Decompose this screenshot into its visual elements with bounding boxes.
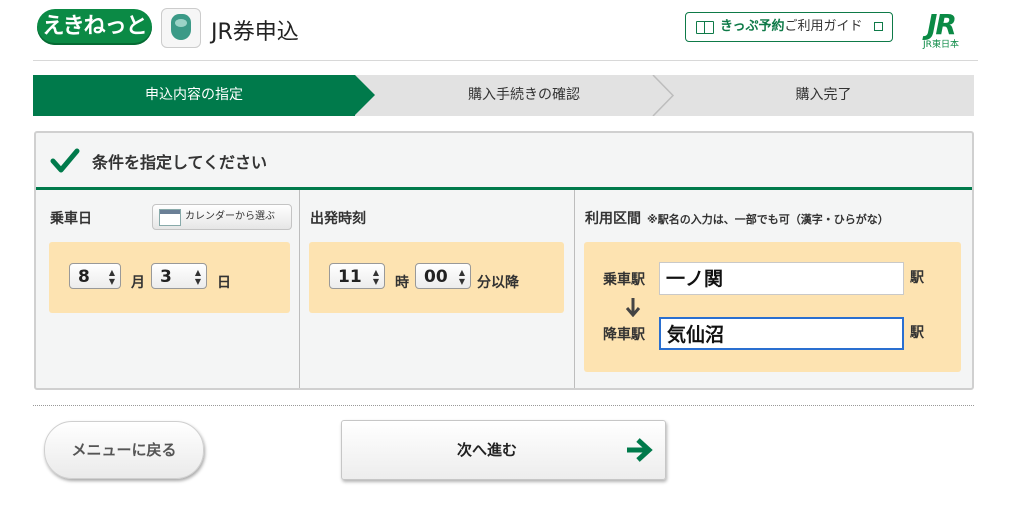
jr-sub: JR東日本 (923, 40, 959, 50)
next-button-label: 次へ進む (456, 441, 517, 459)
calendar-button[interactable]: カレンダーから選ぶ (152, 204, 292, 230)
minute-value: 00 (424, 267, 448, 287)
alight-station-input[interactable]: 気仙沼 (659, 317, 904, 350)
panel-header: 条件を指定してください (36, 133, 972, 190)
month-unit: 月 (131, 275, 145, 291)
day-select[interactable]: 3 ▲ ▼ (151, 263, 207, 289)
divider (33, 405, 974, 406)
month-value: 8 (78, 267, 90, 287)
time-label: 出発時刻 (310, 211, 366, 227)
ekinet-logo[interactable]: えきねっと (37, 9, 152, 45)
section-label-text: 利用区間 (585, 211, 641, 227)
board-station-label: 乗車駅 (603, 272, 645, 288)
page-title: JR券申込 (211, 20, 299, 45)
alight-station-suffix: 駅 (910, 325, 924, 341)
section-column: 利用区間 ※駅名の入力は、一部でも可（漢字・ひらがな） 乗車駅 一ノ関 駅 降車駅… (575, 190, 970, 388)
progress-steps: 申込内容の指定 購入手続きの確認 購入完了 (33, 75, 974, 116)
section-note: ※駅名の入力は、一部でも可（漢字・ひらがな） (647, 213, 889, 226)
alight-station-label: 降車駅 (603, 327, 645, 343)
jr-mark: JR (927, 8, 957, 41)
step-1: 申込内容の指定 (33, 75, 355, 116)
guide-strong: きっぷ予約 (720, 19, 785, 34)
panel-title: 条件を指定してください (92, 153, 268, 172)
guide-button[interactable]: きっぷ予約ご利用ガイド (685, 12, 893, 42)
date-column: 乗車日 カレンダーから選ぶ 8 ▲ ▼ 月 3 ▲ ▼ 日 (40, 190, 300, 388)
guide-rest: ご利用ガイド (784, 19, 863, 34)
hour-select[interactable]: 11 ▲ ▼ (329, 263, 385, 289)
hour-value: 11 (338, 267, 362, 287)
time-column: 出発時刻 11 ▲ ▼ 時 00 ▲ ▼ 分以降 (300, 190, 575, 388)
checkmark-icon (50, 148, 80, 178)
calendar-icon (159, 209, 181, 226)
hour-unit: 時 (395, 275, 409, 291)
day-value: 3 (160, 267, 172, 287)
day-unit: 日 (217, 275, 231, 291)
spinner-icon: ▲ ▼ (372, 268, 379, 286)
external-link-icon (874, 22, 883, 31)
board-station-suffix: 駅 (910, 270, 924, 286)
next-button[interactable]: 次へ進む (341, 420, 666, 480)
date-label: 乗車日 (50, 211, 92, 227)
jr-east-logo: JR JR東日本 (911, 10, 971, 54)
step-2: 購入手続きの確認 (468, 87, 580, 103)
arrow-down-icon (625, 297, 641, 322)
board-station-input[interactable]: 一ノ関 (659, 262, 904, 295)
date-box: 8 ▲ ▼ 月 3 ▲ ▼ 日 (49, 242, 290, 313)
month-select[interactable]: 8 ▲ ▼ (69, 263, 121, 289)
ticket-machine-icon (161, 8, 201, 48)
minute-unit: 分以降 (477, 275, 519, 291)
arrow-right-icon (625, 437, 653, 467)
spinner-icon: ▲ ▼ (108, 268, 115, 286)
section-box: 乗車駅 一ノ関 駅 降車駅 気仙沼 駅 (584, 242, 961, 372)
spinner-icon: ▲ ▼ (194, 268, 201, 286)
step-arrow-active (355, 75, 375, 115)
back-to-menu-button[interactable]: メニューに戻る (44, 421, 204, 479)
calendar-button-label: カレンダーから選ぶ (185, 211, 275, 222)
book-icon (696, 21, 714, 34)
minute-select[interactable]: 00 ▲ ▼ (415, 263, 471, 289)
header: えきねっと JR券申込 きっぷ予約ご利用ガイド JR JR東日本 (33, 0, 978, 61)
condition-panel: 条件を指定してください 乗車日 カレンダーから選ぶ 8 ▲ ▼ 月 3 ▲ ▼ 日 … (34, 131, 974, 390)
time-box: 11 ▲ ▼ 時 00 ▲ ▼ 分以降 (309, 242, 564, 313)
section-label: 利用区間 ※駅名の入力は、一部でも可（漢字・ひらがな） (585, 208, 889, 228)
step-3: 購入完了 (795, 87, 852, 103)
spinner-icon: ▲ ▼ (458, 268, 465, 286)
